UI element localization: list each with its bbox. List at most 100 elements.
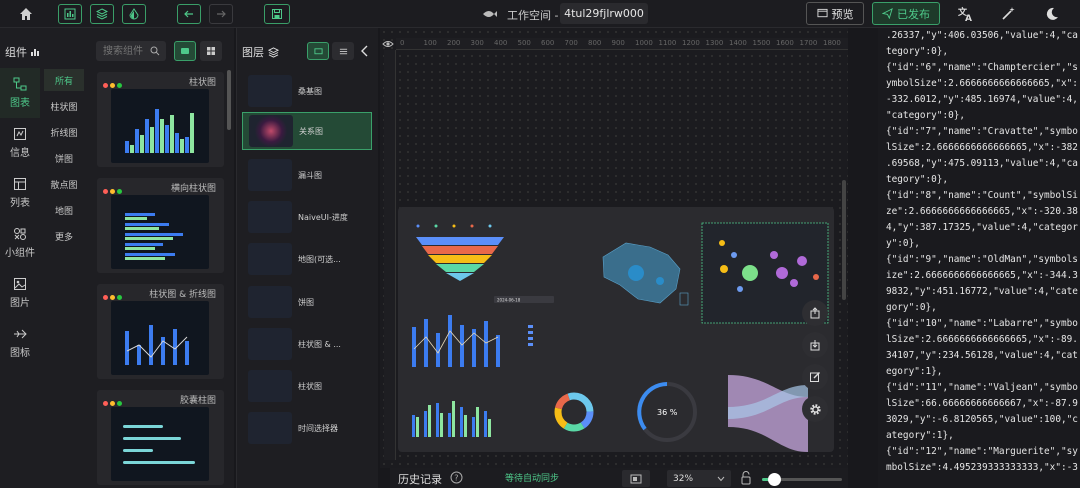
- layer-name: 漏斗图: [298, 170, 322, 180]
- layer-item[interactable]: 漏斗图: [242, 156, 372, 194]
- subcategory-more[interactable]: 更多: [44, 225, 84, 247]
- monitor-icon: [313, 47, 323, 54]
- layer-item[interactable]: 柱状图: [242, 367, 372, 405]
- home-icon[interactable]: [18, 6, 34, 22]
- download-icon: [810, 340, 820, 351]
- fit-screen-button[interactable]: [622, 470, 650, 487]
- layer-list-view-button[interactable]: [332, 42, 354, 60]
- arrow-right-icon: [217, 10, 226, 18]
- zoom-slider-handle[interactable]: [768, 473, 781, 486]
- subcategory-line[interactable]: 折线图: [44, 121, 84, 143]
- collapse-panel-icon[interactable]: [360, 45, 370, 57]
- component-card-capsule-bar[interactable]: 胶囊柱图: [97, 390, 224, 485]
- component-search-input[interactable]: [96, 41, 166, 61]
- card-title: 胶囊柱图: [179, 396, 216, 406]
- save-button[interactable]: [264, 4, 290, 24]
- layer-thumbnail: [248, 370, 292, 402]
- category-label: 图标: [10, 348, 30, 359]
- category-widget[interactable]: 小组件: [0, 218, 40, 268]
- category-image[interactable]: 图片: [0, 268, 40, 318]
- layer-thumbnail: [248, 328, 292, 360]
- monitor-icon: [816, 8, 828, 18]
- component-card-horizontal-bar[interactable]: 横向柱状图: [97, 178, 224, 273]
- json-code-panel[interactable]: .26337,"y":406.03506,"value":4,"ca tegory…: [878, 28, 1080, 488]
- magic-wand-icon[interactable]: [1000, 6, 1016, 22]
- layer-thumbnail: [249, 115, 293, 147]
- subcategory-pie[interactable]: 饼图: [44, 147, 84, 169]
- category-table[interactable]: 列表: [0, 168, 40, 218]
- eye-icon[interactable]: [382, 38, 394, 50]
- export-button[interactable]: [802, 300, 828, 326]
- date-picker-value[interactable]: 2024-06-18: [497, 298, 521, 303]
- preview-label: 预览: [831, 7, 854, 21]
- component-card-bar[interactable]: 柱状图: [97, 72, 224, 167]
- layer-item[interactable]: NaiveUI-进度: [242, 198, 372, 236]
- search-field[interactable]: [96, 41, 150, 61]
- code-line: -332.6012,"y":485.16974,"value":4,: [886, 94, 1078, 105]
- zoom-select[interactable]: 32%: [667, 470, 731, 487]
- edit-button[interactable]: [802, 364, 828, 390]
- layer-item[interactable]: 柱状图 & ...: [242, 325, 372, 363]
- components-scrollbar[interactable]: [227, 70, 231, 130]
- ruler-tick: 900: [611, 39, 625, 47]
- code-line: lSize":2.6666666666666665,"x":-89.: [886, 334, 1078, 345]
- subcategory-bar[interactable]: 柱状图: [44, 95, 84, 117]
- ruler-tick: 1100: [658, 39, 677, 47]
- card-view-button[interactable]: [174, 41, 196, 61]
- category-icon[interactable]: 图标: [0, 318, 40, 368]
- upload-icon: [810, 307, 820, 319]
- moon-icon[interactable]: [1044, 6, 1060, 22]
- project-name[interactable]: 4tul29fjlrw000: [560, 3, 648, 24]
- category-chart[interactable]: 图表: [0, 68, 40, 118]
- layer-thumbnail: [248, 159, 292, 191]
- settings-button[interactable]: [802, 396, 828, 422]
- bar-chart-icon: [31, 49, 39, 56]
- layers-header: 图层: [242, 44, 279, 60]
- dashboard-preview[interactable]: 2024-06-18 36 %: [398, 207, 834, 452]
- layer-name: 柱状图: [298, 381, 322, 391]
- search-icon: [150, 46, 160, 56]
- subcategory-map[interactable]: 地图: [44, 199, 84, 221]
- horizontal-ruler: 0 100 200 300 400 500 600 700 800 900 1000 1100 1200…: [396, 38, 848, 50]
- layer-item[interactable]: 时间选择器: [242, 409, 372, 447]
- component-card-bar-line[interactable]: 柱状图 & 折线图: [97, 284, 224, 379]
- layer-item[interactable]: 桑基图: [242, 72, 372, 110]
- help-icon[interactable]: ?: [450, 471, 463, 484]
- ruler-tick: 1600: [776, 39, 794, 47]
- history-label[interactable]: 历史记录: [398, 471, 442, 487]
- arrow-left-icon: [184, 10, 193, 18]
- toggle-charts-button[interactable]: [58, 4, 82, 24]
- translate-icon[interactable]: 文A: [957, 6, 974, 24]
- layer-item[interactable]: 饼图: [242, 283, 372, 321]
- layer-name: 柱状图 & ...: [298, 339, 341, 349]
- layers-icon: [268, 46, 279, 58]
- undo-button[interactable]: [177, 4, 201, 24]
- canvas-scrollbar[interactable]: [842, 180, 846, 300]
- code-line: y":0},: [886, 238, 920, 249]
- layer-thumbnail-view-button[interactable]: [307, 42, 329, 60]
- layer-name: 饼图: [298, 297, 314, 307]
- preview-button[interactable]: 预览: [806, 2, 864, 25]
- layer-item-selected[interactable]: 关系图: [242, 112, 372, 150]
- bar-chart-icon: [64, 8, 76, 20]
- plane-icon: [14, 329, 27, 339]
- toggle-details-button[interactable]: [122, 4, 146, 24]
- subcategory-scatter[interactable]: 散点图: [44, 173, 84, 195]
- code-line: .26337,"y":406.03506,"value":4,"ca: [886, 30, 1078, 41]
- grid-view-button[interactable]: [200, 41, 222, 61]
- code-line: 9832,"y":451.16772,"value":4,"cate: [886, 286, 1078, 297]
- code-line: {"id":"8","name":"Count","symbolSi: [886, 190, 1078, 201]
- layer-item[interactable]: 地图(可选...: [242, 240, 372, 278]
- redo-button[interactable]: [209, 4, 233, 24]
- ruler-tick: 1000: [635, 39, 653, 47]
- subcategory-all[interactable]: 所有: [44, 69, 84, 91]
- code-line: .69568,"y":475.09113,"value":4,"ca: [886, 158, 1078, 169]
- category-info[interactable]: 信息: [0, 118, 40, 168]
- lock-icon[interactable]: [740, 471, 752, 485]
- publish-button[interactable]: 已发布: [872, 2, 940, 25]
- card-preview: [111, 195, 209, 269]
- toggle-layers-button[interactable]: [90, 4, 114, 24]
- import-button[interactable]: [802, 332, 828, 358]
- category-label: 小组件: [5, 248, 35, 259]
- ruler-tick: 1300: [705, 39, 724, 47]
